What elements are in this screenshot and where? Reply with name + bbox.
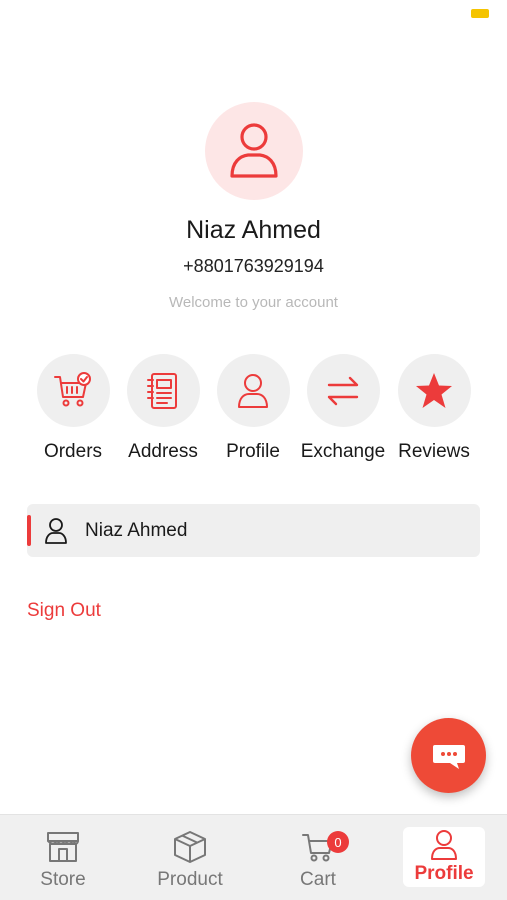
status-indicator [471, 9, 489, 18]
user-icon [238, 373, 268, 408]
user-icon [45, 517, 67, 544]
reviews-button[interactable]: Reviews [389, 354, 479, 463]
tab-product-icon-wrap [145, 827, 235, 867]
tab-store-label: Store [40, 869, 86, 890]
chat-fab-button[interactable] [411, 718, 486, 793]
tab-product[interactable]: Product [145, 815, 235, 900]
reviews-label: Reviews [398, 441, 470, 462]
orders-button[interactable]: Orders [28, 354, 118, 463]
cart-count-badge: 0 [327, 831, 349, 853]
chat-icon [432, 744, 465, 769]
tab-store[interactable]: Store [23, 815, 103, 900]
tab-product-label: Product [157, 869, 223, 890]
box-icon [174, 831, 206, 863]
user-name: Niaz Ahmed [186, 216, 321, 244]
account-row[interactable]: Niaz Ahmed [27, 504, 480, 557]
star-icon [416, 372, 452, 408]
orders-label: Orders [43, 441, 103, 462]
profile-label: Profile [226, 441, 280, 462]
reviews-icon-circle [397, 354, 471, 427]
tab-profile-icon-wrap [403, 827, 485, 863]
tab-store-icon-wrap [23, 827, 103, 867]
cart-check-icon [54, 371, 91, 406]
exchange-button[interactable]: Exchange [298, 354, 388, 463]
address-book-icon [147, 372, 177, 409]
user-icon [230, 123, 278, 178]
orders-icon-circle [36, 354, 110, 427]
address-label: Address [128, 441, 198, 462]
sign-out-link[interactable]: Sign Out [27, 600, 101, 622]
bottom-tab-bar: Store Product 0 Cart Profile [0, 814, 507, 900]
tab-profile-label: Profile [414, 863, 474, 884]
user-phone: +8801763929194 [183, 256, 324, 276]
account-name: Niaz Ahmed [85, 519, 188, 541]
tab-profile[interactable]: Profile [403, 827, 485, 887]
address-button[interactable]: Address [118, 354, 208, 463]
profile-button[interactable]: Profile [208, 354, 298, 463]
store-icon [47, 832, 79, 862]
profile-icon-circle [216, 354, 290, 427]
welcome-message: Welcome to your account [169, 294, 338, 311]
tab-cart-label: Cart [300, 869, 336, 890]
exchange-label: Exchange [300, 441, 386, 462]
user-icon [431, 830, 457, 860]
exchange-arrows-icon [327, 376, 359, 405]
exchange-icon-circle [306, 354, 380, 427]
tab-cart[interactable]: 0 Cart [278, 815, 358, 900]
account-user-icon-wrap [43, 516, 69, 546]
tab-cart-icon-wrap: 0 [278, 827, 358, 867]
accent-bar [27, 515, 31, 546]
address-icon-circle [126, 354, 200, 427]
avatar [205, 102, 303, 200]
